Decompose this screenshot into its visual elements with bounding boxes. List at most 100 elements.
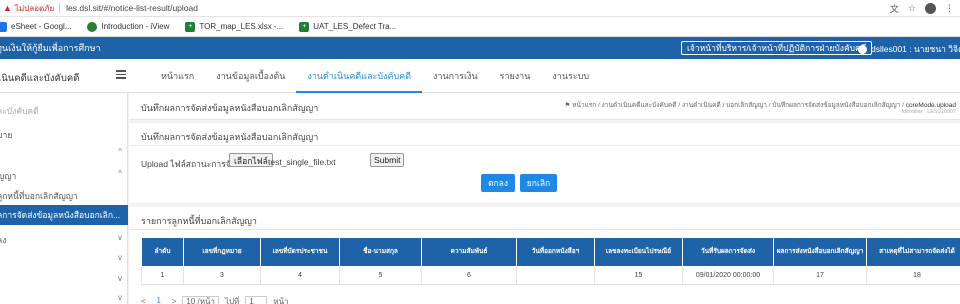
- column-header[interactable]: เลขที่กฎหมาย: [183, 237, 261, 267]
- sidebar-item-label: มาย: [0, 130, 13, 140]
- pagination: < 1 > 10 /หน้า ไปที่ 1 หน้า: [141, 295, 289, 304]
- table-cell: 4: [260, 266, 340, 285]
- hamburger-icon[interactable]: [116, 70, 126, 81]
- card-title: รายการลูกหนี้ที่บอกเลิกสัญญา: [141, 216, 257, 226]
- sidebar: ละบังคับคดี มาย ^ ัญญา ^ ลูกหนี้ที่บอกเลิ…: [0, 93, 128, 304]
- tab-home[interactable]: หน้าแรก: [150, 59, 205, 93]
- divider: [129, 145, 960, 146]
- user-menu[interactable]: dslles001 : นายชนา วิจิต: [858, 42, 960, 56]
- table-header-row: ลำดับ เลขที่กฎหมาย เลขที่บัตรประชาชน ชื่…: [141, 237, 960, 267]
- page-suffix: หน้า: [273, 297, 289, 304]
- sidebar-item[interactable]: มาย: [0, 128, 128, 142]
- bookmark-item[interactable]: eSheet - Googl...: [0, 21, 72, 32]
- tab-reports[interactable]: รายงาน: [489, 59, 542, 93]
- tab-litigation[interactable]: งานดำเนินคดีและบังคับคดี: [296, 59, 422, 93]
- submit-button[interactable]: Submit: [370, 153, 405, 167]
- tab-finance[interactable]: งานการเงิน: [422, 59, 489, 93]
- chevron-down-icon: v: [118, 293, 122, 302]
- bookmark-label: eSheet - Googl...: [11, 22, 72, 31]
- warning-icon: ▲: [3, 3, 12, 13]
- table-cell: 3: [183, 266, 261, 285]
- sidebar-item-label: ัญญา: [0, 171, 17, 181]
- goto-page-input[interactable]: 1: [245, 295, 268, 304]
- page-number-button[interactable]: 1: [152, 296, 166, 304]
- column-header[interactable]: ความสัมพันธ์: [421, 237, 517, 267]
- table-cell: 18: [866, 266, 960, 285]
- tab-system[interactable]: งานระบบ: [541, 59, 600, 93]
- sidebar-item-label: ละบังคับคดี: [0, 106, 39, 116]
- breadcrumb-current: coreMode.upload: [905, 102, 956, 109]
- chevron-down-icon: v: [118, 233, 122, 242]
- goto-label: ไปที่: [224, 297, 240, 304]
- address-separator: [59, 3, 61, 13]
- sidebar-item[interactable]: v: [0, 293, 128, 303]
- home-icon[interactable]: ⚑: [565, 102, 571, 109]
- column-header[interactable]: ผลการส่งหนังสือบอกเลิกสัญญา: [773, 237, 867, 267]
- column-header[interactable]: วันที่ออกหนังสือฯ: [516, 237, 595, 267]
- sidebar-item[interactable]: ัญญา ^: [0, 169, 128, 183]
- iview-icon: [87, 21, 98, 32]
- screen-code: Identifier : LES010007: [901, 109, 956, 115]
- sidebar-item[interactable]: ^: [0, 147, 128, 157]
- bookmark-item[interactable]: + TOR_map_LES.xlsx -...: [185, 21, 284, 32]
- sidebar-item-active[interactable]: ลการจัดส่งข้อมูลหนังสือบอกเลิก...: [0, 205, 128, 225]
- spreadsheet-icon: +: [299, 21, 310, 32]
- breadcrumb-path[interactable]: หน้าแรก / งานดำเนินคดีและบังคับคดี / งาน…: [572, 102, 904, 109]
- insecure-label: ไม่ปลอดภัย: [14, 3, 55, 13]
- role-switch-button[interactable]: เจ้าหน้าที่บริหาร/เจ้าหน้าที่ปฏิบัติการฝ…: [681, 41, 873, 55]
- column-header[interactable]: วันที่รับผลการจัดส่ง: [682, 237, 774, 267]
- chevron-down-icon: v: [118, 253, 122, 262]
- column-header[interactable]: ชื่อ-นามสกุล: [339, 237, 422, 267]
- profile-avatar[interactable]: [925, 3, 936, 14]
- user-icon: [858, 44, 867, 54]
- page-title: บันทึกผลการจัดส่งข้อมูลหนังสือบอกเลิกสัญ…: [141, 103, 319, 113]
- prev-page-button[interactable]: <: [141, 297, 146, 304]
- table-cell: 6: [421, 266, 517, 285]
- translate-icon[interactable]: 文: [890, 2, 899, 15]
- sidebar-item-label: ลูกหนี้ที่บอกเลิกสัญญา: [0, 191, 78, 201]
- nav-tabs: หน้าแรก งานข้อมูลเบื้องต้น งานดำเนินคดีแ…: [150, 59, 600, 93]
- next-page-button[interactable]: >: [172, 297, 177, 304]
- star-icon[interactable]: ☆: [908, 3, 916, 14]
- user-name: dslles001 : นายชนา วิจิต: [871, 44, 960, 54]
- bookmark-label: Introduction - iView: [101, 22, 170, 31]
- module-title: เนินคดีและบังคับคดี: [0, 73, 80, 84]
- divider: [129, 229, 960, 230]
- page-size-select[interactable]: 10 /หน้า: [182, 295, 219, 304]
- url-text[interactable]: les.dsl.sit/#/notice-list-result/upload: [66, 3, 198, 13]
- address-bar[interactable]: ▲ ไม่ปลอดภัย les.dsl.sit/#/notice-list-r…: [0, 0, 960, 17]
- table-row[interactable]: 1 3 4 5 6 15 09/01/2020 00:00:00 17 18: [141, 266, 960, 285]
- table-cell: 15: [594, 266, 683, 285]
- column-header[interactable]: ลำดับ: [141, 237, 184, 267]
- browser-actions: 文 ☆ ⋮: [890, 2, 954, 15]
- sidebar-item[interactable]: v: [0, 253, 128, 263]
- sidebar-item[interactable]: ลง v: [0, 233, 128, 247]
- table-cell: 09/01/2020 00:00:00: [682, 266, 774, 285]
- spreadsheet-icon: +: [185, 21, 196, 32]
- sidebar-item[interactable]: ละบังคับคดี: [0, 104, 128, 118]
- more-icon[interactable]: ⋮: [945, 3, 954, 14]
- debtor-table: ลำดับ เลขที่กฎหมาย เลขที่บัตรประชาชน ชื่…: [141, 237, 960, 285]
- main-nav: เนินคดีและบังคับคดี หน้าแรก งานข้อมูลเบื…: [0, 59, 960, 93]
- column-header[interactable]: เลขลงทะเบียนไปรษณีย์: [594, 237, 683, 267]
- chevron-down-icon: v: [118, 274, 122, 283]
- cancel-button[interactable]: ยกเลิก: [520, 174, 557, 192]
- app-topbar: ทุนเงินให้กู้ยืมเพื่อการศึกษา เจ้าหน้าที…: [0, 37, 960, 59]
- bookmark-item[interactable]: + UAT_LES_Defect Tra...: [299, 21, 396, 32]
- column-header[interactable]: เลขที่บัตรประชาชน: [260, 237, 340, 267]
- choose-file-button[interactable]: เลือกไฟล์: [229, 153, 273, 167]
- tab-master-data[interactable]: งานข้อมูลเบื้องต้น: [205, 59, 296, 93]
- org-title: ทุนเงินให้กู้ยืมเพื่อการศึกษา: [0, 43, 101, 53]
- ok-button[interactable]: ตกลง: [481, 174, 515, 192]
- bookmark-label: TOR_map_LES.xlsx -...: [199, 22, 284, 31]
- column-header[interactable]: สาเหตุที่ไม่สามารถจัดส่งได้: [866, 237, 960, 267]
- debtor-list-card: รายการลูกหนี้ที่บอกเลิกสัญญา ลำดับ เลขที…: [129, 207, 960, 304]
- page-header: บันทึกผลการจัดส่งข้อมูลหนังสือบอกเลิกสัญ…: [129, 93, 960, 120]
- table-cell: 1: [141, 266, 184, 285]
- sidebar-item[interactable]: ลูกหนี้ที่บอกเลิกสัญญา: [0, 189, 128, 203]
- sidebar-item[interactable]: v: [0, 274, 128, 284]
- sidebar-item-label: ลง: [0, 235, 7, 245]
- bookmark-item[interactable]: Introduction - iView: [87, 21, 170, 32]
- table-cell: 5: [339, 266, 422, 285]
- chevron-up-icon: ^: [118, 169, 122, 178]
